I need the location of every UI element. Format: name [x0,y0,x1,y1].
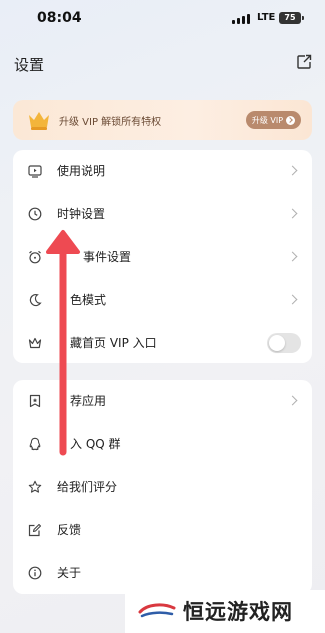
clock-icon [28,207,42,221]
settings-card-more: 荐应用 入 QQ 群 给我们评分 反馈 关于 [13,380,312,594]
vip-banner-text: 升级 VIP 解锁所有特权 [59,117,162,128]
settings-row-label: 事件设置 [83,250,132,264]
settings-row-join-qq[interactable]: 入 QQ 群 [13,423,312,465]
vip-banner[interactable]: 升级 VIP 解锁所有特权 升级 VIP [13,100,312,140]
network-type: LTE [257,12,276,23]
settings-row-dark-mode[interactable]: 色模式 [13,279,312,321]
chevron-right-icon [287,208,298,219]
chevron-right-icon [287,165,298,176]
settings-row-label: 藏首页 VIP 入口 [70,336,157,350]
info-icon [28,566,42,580]
status-bar: 08:04 LTE 75 [0,0,325,36]
crown-icon [29,112,49,130]
settings-row-label: 关于 [57,566,82,580]
watermark: 恒远游戏网 [125,590,325,633]
settings-row-rate-us[interactable]: 给我们评分 [13,466,312,508]
hide-vip-toggle[interactable] [267,333,301,353]
tv-icon [28,165,42,178]
edit-icon [28,523,42,537]
status-time: 08:04 [37,10,82,26]
settings-row-label: 给我们评分 [57,480,118,494]
settings-row-label: 色模式 [70,293,107,307]
bookmark-star-icon [29,394,41,408]
star-icon [28,480,42,493]
chevron-right-icon [287,251,298,262]
crown-outline-icon [28,337,42,349]
settings-row-label: 荐应用 [70,394,107,408]
settings-row-clock[interactable]: 时钟设置 [13,193,312,235]
page-title: 设置 [14,56,45,74]
arrow-right-icon [286,115,296,125]
settings-row-hide-vip-entry: 藏首页 VIP 入口 [13,322,312,364]
upgrade-vip-label: 升级 VIP [251,115,284,125]
moon-icon [29,293,42,307]
share-icon[interactable] [296,54,312,70]
settings-row-label: 时钟设置 [57,207,106,221]
settings-row-events[interactable]: 事件设置 [13,236,312,278]
settings-row-about[interactable]: 关于 [13,552,312,594]
settings-card-general: 使用说明 时钟设置 事件设置 色模式 藏首页 VIP 入口 [13,150,312,363]
watermark-logo-icon [138,603,176,618]
battery-icon: 75 [279,12,304,24]
settings-row-instructions[interactable]: 使用说明 [13,150,312,192]
chevron-right-icon [287,395,298,406]
settings-row-feedback[interactable]: 反馈 [13,509,312,551]
settings-row-label: 反馈 [57,523,82,537]
settings-row-label: 入 QQ 群 [70,437,121,451]
signal-icon [232,14,250,24]
qq-icon [29,437,41,451]
chevron-right-icon [287,294,298,305]
settings-row-recommended-apps[interactable]: 荐应用 [13,380,312,422]
upgrade-vip-button[interactable]: 升级 VIP [246,111,301,129]
settings-row-label: 使用说明 [57,164,106,178]
watermark-text: 恒远游戏网 [183,599,293,624]
alarm-icon [29,250,41,264]
